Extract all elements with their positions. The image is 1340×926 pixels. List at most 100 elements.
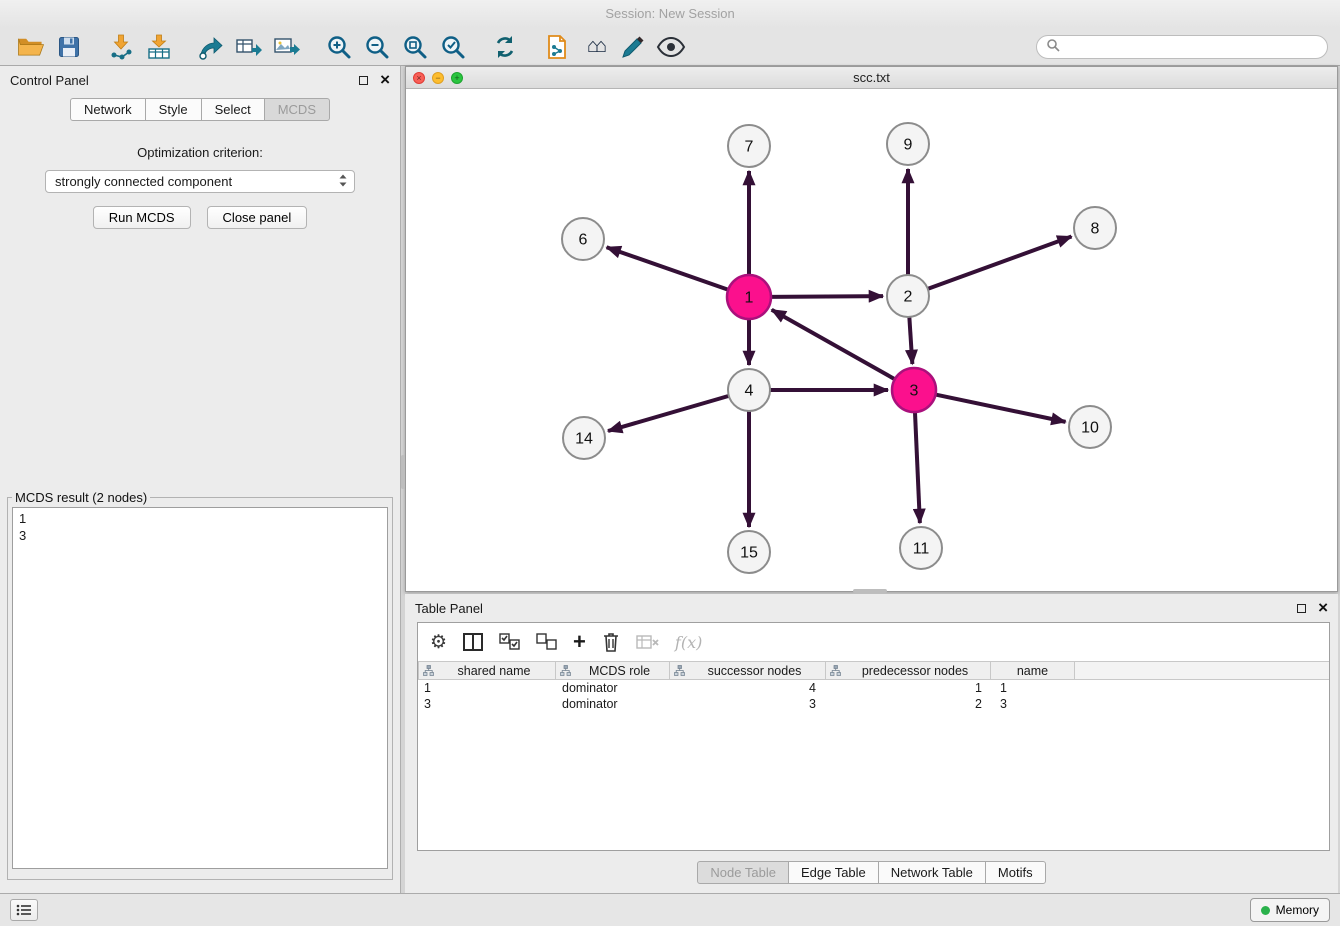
tab-edge-table[interactable]: Edge Table bbox=[788, 861, 879, 884]
table-toolbar: ⚙ bbox=[418, 623, 1329, 661]
network-graph[interactable]: 7 9 6 8 1 2 4 3 14 10 15 11 bbox=[406, 89, 1337, 591]
graph-node[interactable]: 1 bbox=[727, 275, 771, 319]
float-table-panel-icon[interactable] bbox=[1297, 604, 1306, 613]
graph-node[interactable]: 9 bbox=[887, 123, 929, 165]
table-row[interactable]: 1 dominator 4 1 1 bbox=[418, 680, 1329, 696]
graph-node[interactable]: 14 bbox=[563, 417, 605, 459]
mcds-result-box: MCDS result (2 nodes) 1 3 bbox=[7, 490, 393, 880]
window-zoom-icon[interactable]: + bbox=[451, 72, 463, 84]
select-all-columns-icon[interactable] bbox=[499, 628, 521, 656]
refresh-layout-icon[interactable] bbox=[486, 31, 524, 63]
cell-shared-name[interactable]: 1 bbox=[418, 681, 556, 695]
cell-successor-nodes[interactable]: 4 bbox=[671, 681, 828, 695]
zoom-out-icon[interactable] bbox=[358, 31, 396, 63]
delete-column-icon[interactable] bbox=[601, 628, 621, 656]
import-table-file-icon[interactable] bbox=[140, 31, 178, 63]
run-mcds-button[interactable]: Run MCDS bbox=[93, 206, 191, 229]
zoom-selected-icon[interactable] bbox=[434, 31, 472, 63]
memory-label: Memory bbox=[1276, 903, 1319, 917]
zoom-fit-icon[interactable] bbox=[396, 31, 434, 63]
open-session-icon[interactable] bbox=[12, 31, 50, 63]
add-column-icon[interactable]: + bbox=[573, 628, 586, 656]
function-builder-icon[interactable]: f(x) bbox=[675, 628, 702, 656]
tab-mcds[interactable]: MCDS bbox=[264, 98, 330, 121]
export-table-icon[interactable] bbox=[230, 31, 268, 63]
cell-successor-nodes[interactable]: 3 bbox=[671, 697, 828, 711]
cell-shared-name[interactable]: 3 bbox=[418, 697, 556, 711]
float-panel-icon[interactable] bbox=[359, 76, 368, 85]
column-header-filler bbox=[1075, 661, 1329, 680]
column-header-predecessor-nodes[interactable]: predecessor nodes bbox=[825, 661, 991, 680]
graph-node[interactable]: 15 bbox=[728, 531, 770, 573]
save-session-icon[interactable] bbox=[50, 31, 88, 63]
optimization-criterion-select[interactable]: strongly connected component bbox=[45, 170, 355, 193]
graph-node[interactable]: 4 bbox=[728, 369, 770, 411]
column-header-shared-name[interactable]: shared name bbox=[418, 661, 556, 680]
new-network-icon[interactable] bbox=[192, 31, 230, 63]
graph-node[interactable]: 8 bbox=[1074, 207, 1116, 249]
column-header-mcds-role[interactable]: MCDS role bbox=[555, 661, 670, 680]
tab-network[interactable]: Network bbox=[70, 98, 146, 121]
graph-edge[interactable] bbox=[928, 237, 1072, 289]
cell-predecessor-nodes[interactable]: 2 bbox=[828, 697, 994, 711]
cell-mcds-role[interactable]: dominator bbox=[556, 681, 671, 695]
clipboard-network-icon[interactable] bbox=[538, 31, 576, 63]
table-settings-gear-icon[interactable]: ⚙ bbox=[430, 628, 447, 656]
graph-edge[interactable] bbox=[909, 317, 912, 364]
graph-edge[interactable] bbox=[915, 412, 920, 523]
task-history-icon[interactable] bbox=[10, 899, 38, 921]
cell-mcds-role[interactable]: dominator bbox=[556, 697, 671, 711]
svg-text:10: 10 bbox=[1081, 420, 1099, 437]
apply-style-icon[interactable] bbox=[614, 31, 652, 63]
main-toolbar: ⌂⌂ bbox=[0, 28, 1340, 66]
close-panel-icon[interactable]: × bbox=[380, 74, 390, 86]
graph-edge[interactable] bbox=[608, 396, 729, 431]
graph-node[interactable]: 10 bbox=[1069, 406, 1111, 448]
table-panel-header: Table Panel × bbox=[405, 594, 1338, 622]
eye-icon[interactable] bbox=[652, 31, 690, 63]
close-panel-button[interactable]: Close panel bbox=[207, 206, 308, 229]
svg-text:3: 3 bbox=[910, 383, 919, 400]
zoom-in-icon[interactable] bbox=[320, 31, 358, 63]
graph-node[interactable]: 7 bbox=[728, 125, 770, 167]
window-minimize-icon[interactable]: − bbox=[432, 72, 444, 84]
column-type-icon bbox=[830, 665, 841, 676]
graph-edge[interactable] bbox=[936, 395, 1066, 422]
graph-edge[interactable] bbox=[607, 247, 729, 289]
home-icon[interactable]: ⌂⌂ bbox=[576, 31, 614, 63]
tab-node-table[interactable]: Node Table bbox=[697, 861, 789, 884]
show-columns-icon[interactable] bbox=[462, 628, 484, 656]
mcds-result-list[interactable]: 1 3 bbox=[12, 507, 388, 869]
mcds-result-title: MCDS result (2 nodes) bbox=[12, 490, 150, 505]
toolbar-search-input[interactable] bbox=[1066, 39, 1318, 54]
graph-node[interactable]: 3 bbox=[892, 368, 936, 412]
graph-node[interactable]: 6 bbox=[562, 218, 604, 260]
network-canvas[interactable]: 7 9 6 8 1 2 4 3 14 10 15 11 bbox=[406, 89, 1337, 591]
window-close-icon[interactable]: × bbox=[413, 72, 425, 84]
column-header-successor-nodes[interactable]: successor nodes bbox=[669, 661, 826, 680]
network-window-titlebar[interactable]: scc.txt × − + bbox=[406, 67, 1337, 89]
cell-predecessor-nodes[interactable]: 1 bbox=[828, 681, 994, 695]
graph-node[interactable]: 11 bbox=[900, 527, 942, 569]
select-chevrons-icon bbox=[338, 173, 348, 191]
delete-table-icon[interactable] bbox=[636, 628, 660, 656]
column-type-icon bbox=[560, 665, 571, 676]
cell-name[interactable]: 3 bbox=[994, 697, 1079, 711]
graph-edge[interactable] bbox=[772, 310, 895, 379]
import-network-file-icon[interactable] bbox=[102, 31, 140, 63]
splitter-handle[interactable] bbox=[853, 589, 887, 593]
tab-select[interactable]: Select bbox=[201, 98, 265, 121]
export-image-icon[interactable] bbox=[268, 31, 306, 63]
graph-edge[interactable] bbox=[771, 296, 883, 297]
tab-style[interactable]: Style bbox=[145, 98, 202, 121]
memory-button[interactable]: Memory bbox=[1250, 898, 1330, 922]
table-row[interactable]: 3 dominator 3 2 3 bbox=[418, 696, 1329, 712]
column-header-name[interactable]: name bbox=[990, 661, 1075, 680]
graph-node[interactable]: 2 bbox=[887, 275, 929, 317]
cell-name[interactable]: 1 bbox=[994, 681, 1079, 695]
splitter-handle[interactable] bbox=[401, 455, 405, 489]
tab-network-table[interactable]: Network Table bbox=[878, 861, 986, 884]
deselect-all-columns-icon[interactable] bbox=[536, 628, 558, 656]
close-table-panel-icon[interactable]: × bbox=[1318, 602, 1328, 614]
tab-motifs[interactable]: Motifs bbox=[985, 861, 1046, 884]
